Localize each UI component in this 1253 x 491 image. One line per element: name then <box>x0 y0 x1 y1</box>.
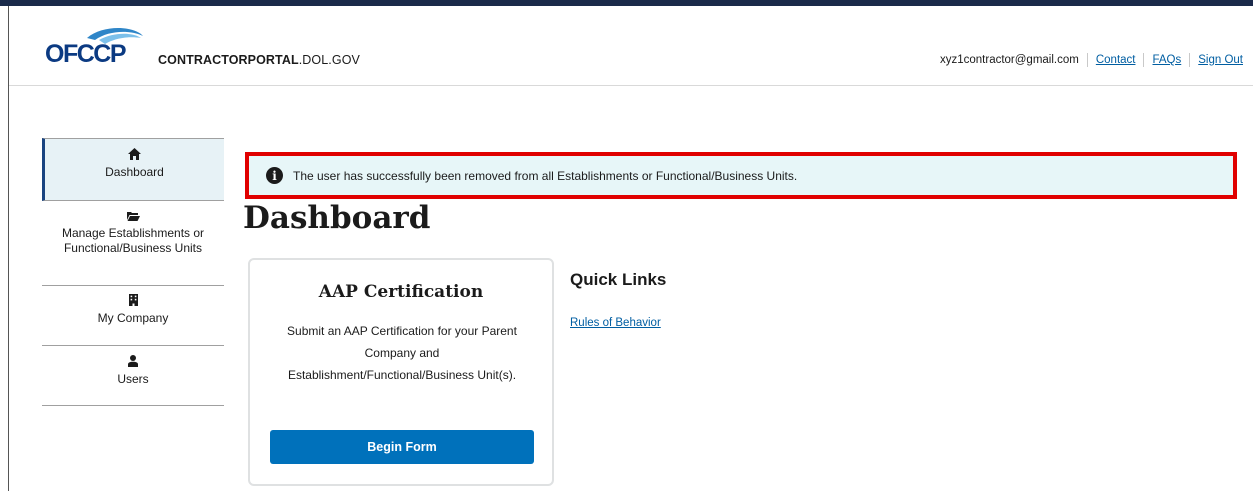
page-title: Dashboard <box>243 200 431 236</box>
rules-of-behavior-link[interactable]: Rules of Behavior <box>570 317 661 329</box>
site-name-bold: CONTRACTORPORTAL <box>158 53 299 67</box>
card-description: Submit an AAP Certification for your Par… <box>287 324 517 382</box>
sidebar-item-my-company[interactable]: My Company <box>42 286 224 346</box>
divider <box>1086 53 1088 67</box>
contact-link[interactable]: Contact <box>1096 54 1136 66</box>
divider <box>1189 53 1191 67</box>
quick-links-title: Quick Links <box>570 270 667 289</box>
sidebar-item-users[interactable]: Users <box>42 346 224 406</box>
begin-form-button[interactable]: Begin Form <box>270 430 534 464</box>
divider <box>1143 53 1145 67</box>
sidebar-nav: Dashboard Manage Establishments or Funct… <box>42 138 224 406</box>
sidebar-item-label: Manage Establishments or Functional/Busi… <box>61 226 205 255</box>
site-name: CONTRACTORPORTAL.DOL.GOV <box>158 53 360 67</box>
ofccp-logo[interactable]: OFCCP <box>43 28 153 68</box>
building-icon <box>48 293 218 311</box>
alert-message: The user has successfully been removed f… <box>293 168 798 183</box>
sidebar-item-label: My Company <box>97 311 169 325</box>
sidebar-item-label: Dashboard <box>105 165 164 179</box>
logo-text: OFCCP <box>45 40 126 68</box>
site-header: OFCCP CONTRACTORPORTAL.DOL.GOV xyz1contr… <box>9 6 1253 86</box>
success-alert: i The user has successfully been removed… <box>245 152 1237 199</box>
aap-certification-card: AAP Certification Submit an AAP Certific… <box>248 258 554 486</box>
card-title: AAP Certification <box>318 282 484 302</box>
sign-out-link[interactable]: Sign Out <box>1198 54 1243 66</box>
user-email: xyz1contractor@gmail.com <box>939 54 1079 66</box>
user-icon <box>48 354 218 372</box>
sidebar-item-manage-establishments[interactable]: Manage Establishments or Functional/Busi… <box>42 201 224 286</box>
folder-open-icon <box>48 208 218 226</box>
sidebar-item-dashboard[interactable]: Dashboard <box>42 138 224 201</box>
sidebar-item-label: Users <box>117 372 149 386</box>
faqs-link[interactable]: FAQs <box>1152 54 1181 66</box>
site-name-domain: .DOL.GOV <box>298 53 360 67</box>
header-links: xyz1contractor@gmail.com Contact FAQs Si… <box>940 53 1243 67</box>
info-icon: i <box>266 167 283 184</box>
home-icon <box>51 147 218 165</box>
